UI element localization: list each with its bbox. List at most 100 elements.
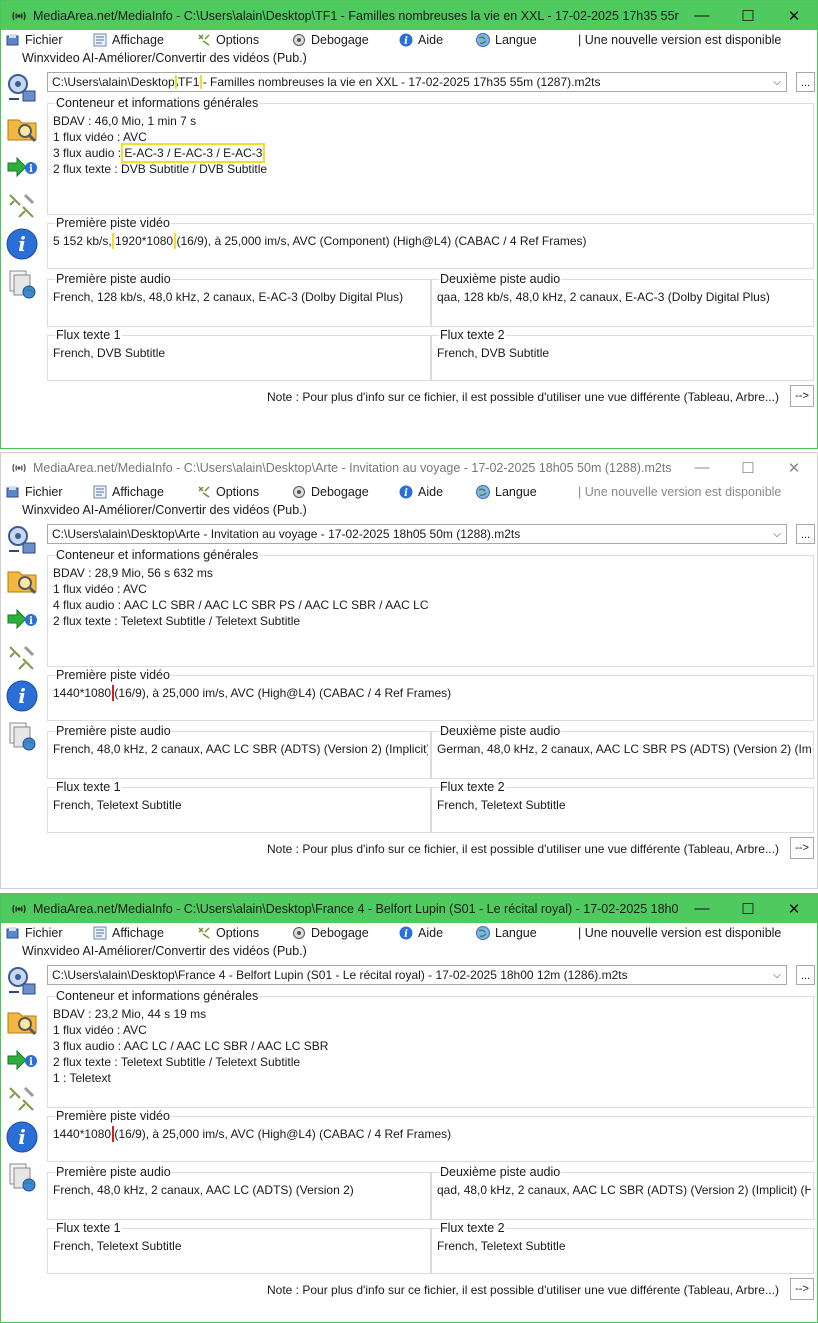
menu-aide[interactable]: i Aide	[399, 485, 443, 499]
general-info-group: Conteneur et informations générales BDAV…	[47, 548, 814, 667]
file-selector[interactable]: C:\Users\alain\Desktop\Arte - Invitation…	[47, 524, 787, 544]
about-info-icon[interactable]: i	[5, 679, 39, 713]
minimize-button[interactable]: —	[679, 453, 725, 482]
highlight-resolution: 1920*1080	[112, 233, 177, 249]
globe-icon	[476, 33, 490, 47]
web-icon[interactable]	[5, 719, 39, 753]
view-icon	[93, 485, 107, 499]
close-button[interactable]: ✕	[771, 894, 817, 923]
menu-langue[interactable]: Langue	[476, 485, 537, 499]
mediainfo-window-3: MediaArea.net/MediaInfo - C:\Users\alain…	[0, 893, 818, 1323]
web-icon[interactable]	[5, 1160, 39, 1194]
menu-debogage[interactable]: Debogage	[292, 485, 369, 499]
menu-options[interactable]: Options	[197, 926, 259, 940]
menu-debogage[interactable]: Debogage	[292, 926, 369, 940]
open-file-icon[interactable]	[5, 964, 39, 998]
menu-aide[interactable]: i Aide	[399, 33, 443, 47]
about-info-icon[interactable]: i	[5, 227, 39, 261]
export-icon[interactable]: i	[5, 1044, 39, 1078]
chevron-down-icon[interactable]: ⌵	[768, 77, 786, 88]
title-bar[interactable]: MediaArea.net/MediaInfo - C:\Users\alain…	[1, 894, 817, 923]
globe-icon	[476, 485, 490, 499]
open-file-icon[interactable]	[5, 523, 39, 557]
about-info-icon[interactable]: i	[5, 1120, 39, 1154]
menu-affichage[interactable]: Affichage	[93, 926, 164, 940]
maximize-button[interactable]: ☐	[725, 1, 771, 30]
pub-link[interactable]: Winxvideo AI-Améliorer/Convertir des vid…	[22, 51, 307, 65]
options-icon	[197, 926, 211, 940]
menu-fichier[interactable]: Fichier	[6, 33, 63, 47]
svg-text:i: i	[29, 616, 33, 627]
window-title: MediaArea.net/MediaInfo - C:\Users\alain…	[33, 8, 679, 23]
next-view-button[interactable]: -->	[790, 1278, 814, 1300]
text-stream-2-group: Flux texte 2 French, DVB Subtitle	[431, 328, 814, 381]
browse-button[interactable]: ...	[796, 524, 815, 544]
browse-button[interactable]: ...	[796, 72, 815, 92]
menu-fichier[interactable]: Fichier	[6, 485, 63, 499]
highlight-resolution: 1440*1080	[53, 1126, 115, 1142]
export-icon[interactable]: i	[5, 603, 39, 637]
preferences-icon[interactable]	[5, 1082, 39, 1116]
open-folder-icon[interactable]	[5, 563, 39, 597]
minimize-button[interactable]: —	[679, 894, 725, 923]
pub-link[interactable]: Winxvideo AI-Améliorer/Convertir des vid…	[22, 503, 307, 517]
text-stream-1-group: Flux texte 1 French, Teletext Subtitle	[47, 780, 431, 833]
preferences-icon[interactable]	[5, 189, 39, 223]
svg-text:i: i	[404, 929, 408, 940]
svg-text:i: i	[29, 1057, 33, 1068]
chevron-down-icon[interactable]: ⌵	[768, 970, 786, 981]
update-available-note[interactable]: | Une nouvelle version est disponible	[578, 926, 781, 940]
title-bar[interactable]: MediaArea.net/MediaInfo - C:\Users\alain…	[1, 1, 817, 30]
video-track-group: Première piste vidéo 1440*1080 (16/9), à…	[47, 668, 814, 721]
open-file-icon[interactable]	[5, 71, 39, 105]
minimize-button[interactable]: —	[679, 1, 725, 30]
menu-langue[interactable]: Langue	[476, 926, 537, 940]
browse-button[interactable]: ...	[796, 965, 815, 985]
menu-options[interactable]: Options	[197, 485, 259, 499]
web-icon[interactable]	[5, 267, 39, 301]
menu-options[interactable]: Options	[197, 33, 259, 47]
open-folder-icon[interactable]	[5, 1004, 39, 1038]
mediainfo-window-1: MediaArea.net/MediaInfo - C:\Users\alain…	[0, 0, 818, 449]
debug-icon	[292, 485, 306, 499]
update-available-note[interactable]: | Une nouvelle version est disponible	[578, 33, 781, 47]
maximize-button[interactable]: ☐	[725, 453, 771, 482]
audio-track-2-group: Deuxième piste audio qaa, 128 kb/s, 48,0…	[431, 272, 814, 327]
file-selector[interactable]: C:\Users\alain\Desktop\TF1 - Familles no…	[47, 72, 787, 92]
general-info-group: Conteneur et informations générales BDAV…	[47, 989, 814, 1108]
audio-track-1-group: Première piste audio French, 128 kb/s, 4…	[47, 272, 431, 327]
menu-affichage[interactable]: Affichage	[93, 33, 164, 47]
audio-track-1-group: Première piste audio French, 48,0 kHz, 2…	[47, 724, 431, 779]
chevron-down-icon[interactable]: ⌵	[768, 529, 786, 540]
open-folder-icon[interactable]	[5, 111, 39, 145]
mediainfo-window-2: MediaArea.net/MediaInfo - C:\Users\alain…	[0, 452, 818, 889]
debug-icon	[292, 33, 306, 47]
menu-debogage[interactable]: Debogage	[292, 33, 369, 47]
file-selector[interactable]: C:\Users\alain\Desktop\France 4 - Belfor…	[47, 965, 787, 985]
globe-icon	[476, 926, 490, 940]
next-view-button[interactable]: -->	[790, 837, 814, 859]
help-icon: i	[399, 33, 413, 47]
file-icon	[6, 485, 20, 499]
mediainfo-app-icon	[11, 460, 27, 476]
pub-link[interactable]: Winxvideo AI-Améliorer/Convertir des vid…	[22, 944, 307, 958]
preferences-icon[interactable]	[5, 641, 39, 675]
export-icon[interactable]: i	[5, 151, 39, 185]
menu-affichage[interactable]: Affichage	[93, 485, 164, 499]
text-stream-2-group: Flux texte 2 French, Teletext Subtitle	[431, 780, 814, 833]
next-view-button[interactable]: -->	[790, 385, 814, 407]
close-button[interactable]: ✕	[771, 1, 817, 30]
title-bar[interactable]: MediaArea.net/MediaInfo - C:\Users\alain…	[1, 453, 817, 482]
svg-text:i: i	[18, 684, 26, 708]
file-icon	[6, 926, 20, 940]
audio-track-1-group: Première piste audio French, 48,0 kHz, 2…	[47, 1165, 431, 1220]
menu-fichier[interactable]: Fichier	[6, 926, 63, 940]
close-button[interactable]: ✕	[771, 453, 817, 482]
maximize-button[interactable]: ☐	[725, 894, 771, 923]
view-note: Note : Pour plus d'info sur ce fichier, …	[267, 842, 779, 856]
view-icon	[93, 33, 107, 47]
window-title: MediaArea.net/MediaInfo - C:\Users\alain…	[33, 901, 679, 916]
menu-aide[interactable]: i Aide	[399, 926, 443, 940]
update-available-note[interactable]: | Une nouvelle version est disponible	[578, 485, 781, 499]
menu-langue[interactable]: Langue	[476, 33, 537, 47]
